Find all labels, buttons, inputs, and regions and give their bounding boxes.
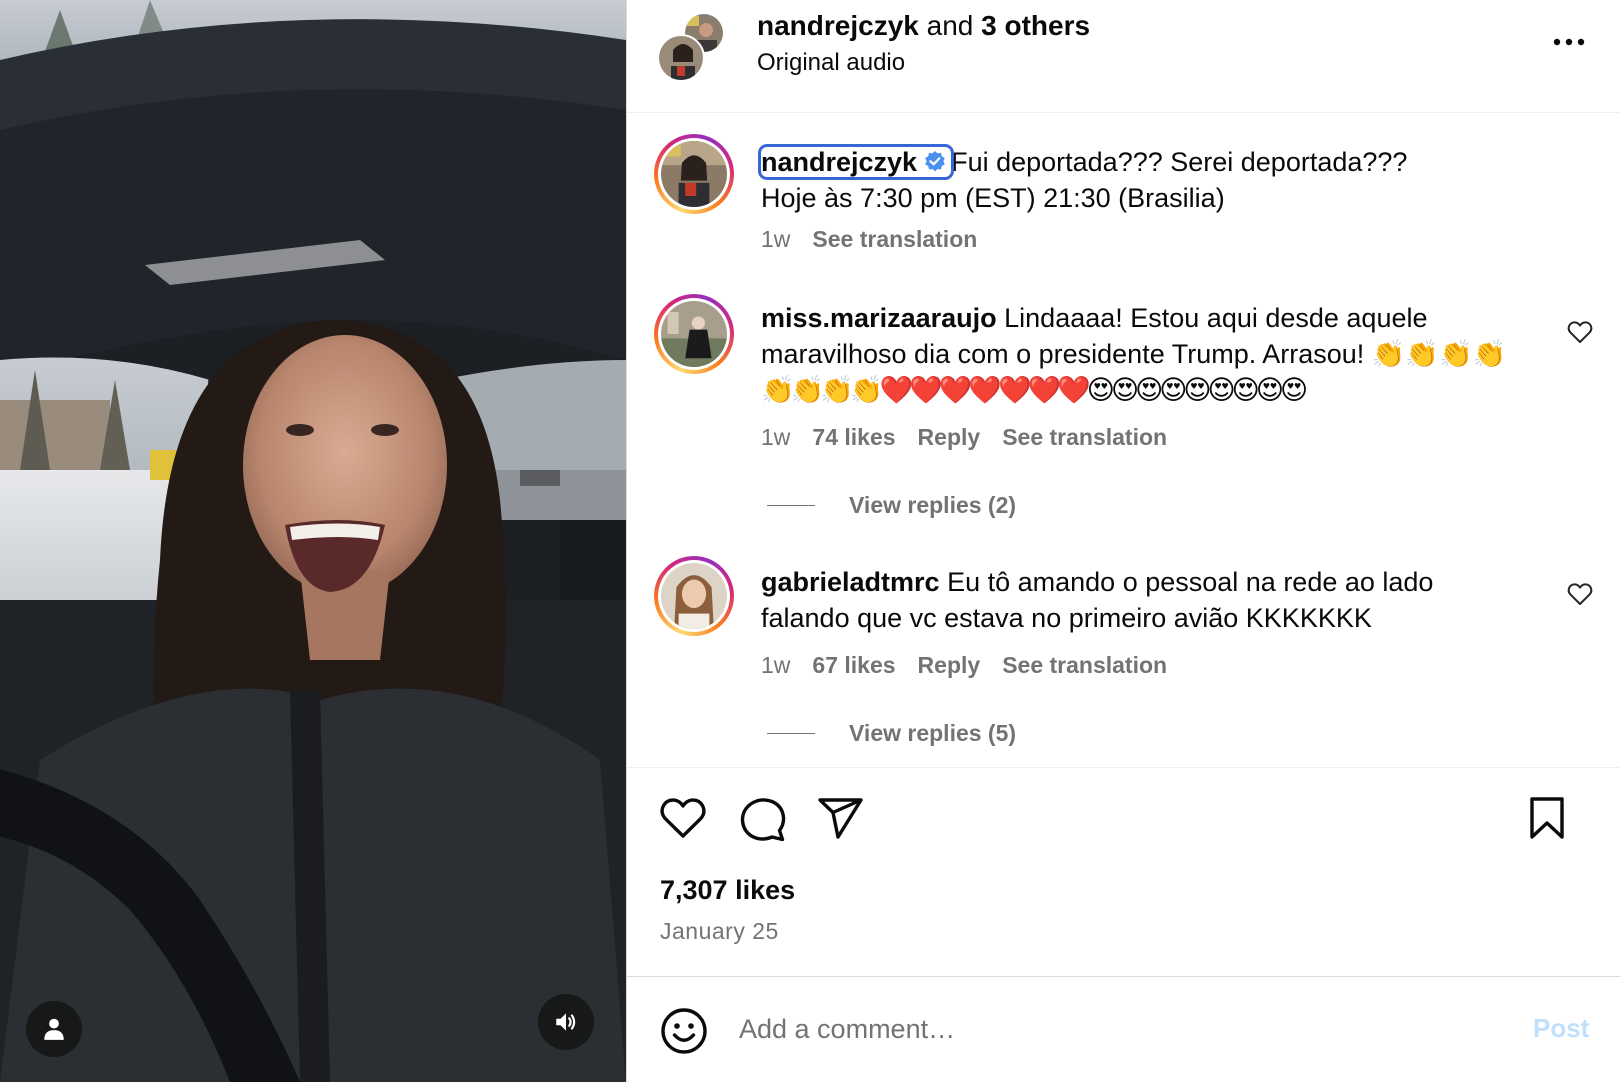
- caption-author-avatar[interactable]: [654, 134, 734, 214]
- view-replies-label: View replies (2): [849, 492, 1017, 518]
- replies-line: [767, 733, 815, 734]
- comment-text: gabrieladtmrc Eu tô amando o pessoal na …: [761, 564, 1561, 636]
- caption-username-text: nandrejczyk: [761, 147, 918, 177]
- caption-username[interactable]: nandrejczyk: [757, 144, 955, 180]
- emoji-button[interactable]: [660, 1007, 708, 1060]
- reply-button[interactable]: Reply: [918, 652, 981, 678]
- tagged-users-button[interactable]: [26, 1001, 82, 1057]
- caption-line-1: Fui deportada??? Serei deportada???: [951, 147, 1408, 177]
- see-translation-button[interactable]: See translation: [1002, 652, 1167, 678]
- paper-plane-icon: [818, 798, 863, 839]
- post-actions: 7,307 likes January 25: [627, 767, 1620, 977]
- comment-line-2: maravilhoso dia com o presidente Trump. …: [761, 339, 1507, 369]
- reel-video[interactable]: [0, 0, 626, 1082]
- comment-line-1: Lindaaaa! Estou aqui desde aquele: [1004, 303, 1428, 333]
- save-button[interactable]: [1527, 796, 1567, 845]
- audio-toggle-button[interactable]: [538, 994, 594, 1050]
- like-comment-button[interactable]: [1567, 582, 1593, 611]
- comment-avatar[interactable]: [654, 294, 734, 374]
- audio-label[interactable]: Original audio: [757, 49, 905, 77]
- more-options-button[interactable]: [1547, 26, 1591, 58]
- author-joiner: and: [926, 10, 974, 41]
- comment-composer: Post: [627, 976, 1620, 1082]
- avatar: [657, 34, 705, 82]
- like-button[interactable]: [659, 796, 707, 845]
- comment-button[interactable]: [739, 796, 787, 847]
- heart-icon: [1567, 321, 1593, 343]
- view-replies-button[interactable]: View replies (2): [767, 492, 1016, 519]
- comment-likes[interactable]: 74 likes: [812, 424, 895, 450]
- verified-badge-icon: [925, 151, 945, 172]
- collaborators-link[interactable]: 3 others: [981, 10, 1090, 41]
- speaker-icon: [556, 1013, 576, 1031]
- comment-icon: [740, 798, 786, 842]
- caption-meta: 1w See translation: [761, 226, 999, 253]
- replies-line: [767, 505, 815, 506]
- bookmark-icon: [1530, 797, 1564, 839]
- heart-icon: [660, 798, 706, 838]
- post-header: nandrejczyk and 3 others Original audio: [627, 0, 1620, 113]
- like-comment-button[interactable]: [1567, 320, 1593, 349]
- post-comment-button[interactable]: Post: [1533, 1013, 1589, 1044]
- post-details-panel: nandrejczyk and 3 others Original audio …: [627, 0, 1620, 1082]
- post-author-line[interactable]: nandrejczyk and 3 others: [757, 10, 1090, 42]
- comment-avatar[interactable]: [654, 556, 734, 636]
- see-translation-button[interactable]: See translation: [812, 226, 977, 252]
- comment-input[interactable]: [739, 1009, 1479, 1049]
- comment-line-1: Eu tô amando o pessoal na rede ao lado: [947, 567, 1434, 597]
- caption-text: nandrejczyk Fui deportada??? Serei deport…: [757, 144, 1561, 216]
- comment-username[interactable]: miss.marizaaraujo: [761, 303, 997, 333]
- comment-age: 1w: [761, 424, 791, 450]
- post-date[interactable]: January 25: [660, 918, 779, 945]
- comment-line-2: falando que vc estava no primeiro avião …: [761, 603, 1372, 633]
- more-horizontal-icon: [1553, 38, 1585, 46]
- likes-count[interactable]: 7,307 likes: [660, 875, 795, 906]
- comments-list[interactable]: nandrejczyk Fui deportada??? Serei deport…: [627, 114, 1620, 767]
- reply-button[interactable]: Reply: [918, 424, 981, 450]
- comment-username[interactable]: gabrieladtmrc: [761, 567, 940, 597]
- comment-line-3: 👏👏👏👏❤️❤️❤️❤️❤️❤️❤️😍😍😍😍😍😍😍😍😍: [761, 375, 1308, 405]
- see-translation-button[interactable]: See translation: [1002, 424, 1167, 450]
- collab-avatars[interactable]: [657, 12, 727, 82]
- caption-age: 1w: [761, 226, 791, 252]
- share-button[interactable]: [817, 796, 865, 845]
- comment-meta: 1w 67 likes Reply See translation: [761, 652, 1189, 679]
- comment-text: miss.marizaaraujo Lindaaaa! Estou aqui d…: [761, 300, 1561, 408]
- comment-meta: 1w 74 likes Reply See translation: [761, 424, 1189, 451]
- author-username[interactable]: nandrejczyk: [757, 10, 919, 41]
- smiley-icon: [661, 1008, 707, 1054]
- heart-icon: [1567, 583, 1593, 605]
- caption-line-2: Hoje às 7:30 pm (EST) 21:30 (Brasilia): [761, 183, 1225, 213]
- user-icon: [44, 1018, 64, 1040]
- video-frame: [0, 0, 626, 1082]
- view-replies-label: View replies (5): [849, 720, 1017, 746]
- view-replies-button[interactable]: View replies (5): [767, 720, 1016, 747]
- comment-age: 1w: [761, 652, 791, 678]
- comment-likes[interactable]: 67 likes: [812, 652, 895, 678]
